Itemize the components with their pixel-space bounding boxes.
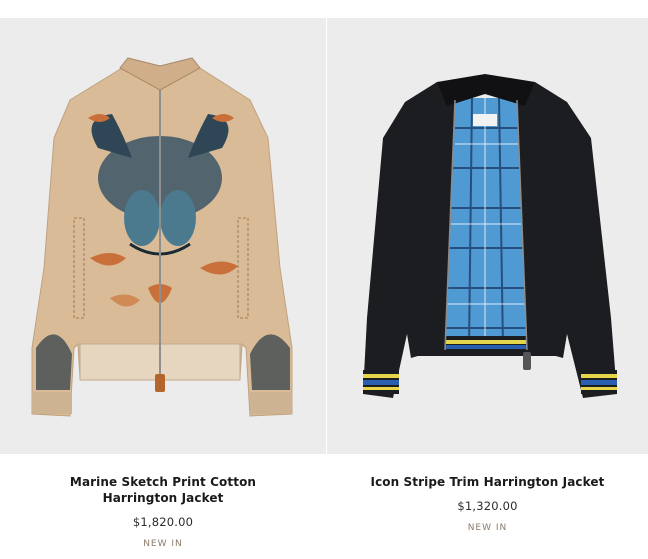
beige-printed-jacket-icon [31, 57, 293, 417]
new-in-badge: NEW IN [467, 523, 508, 533]
product-price: $1,820.00 [132, 515, 194, 529]
product-price: $1,320.00 [457, 499, 518, 513]
product-title[interactable]: Marine Sketch Print Cotton Harrington Ja… [43, 474, 283, 506]
product-info-icon-stripe: Icon Stripe Trim Harrington Jacket $1,32… [327, 474, 648, 533]
new-in-badge: NEW IN [143, 539, 183, 549]
product-card-marine-sketch[interactable]: Marine Sketch Print Cotton Harrington Ja… [0, 0, 326, 559]
product-image-marine-sketch-jacket[interactable] [0, 18, 326, 454]
product-title[interactable]: Icon Stripe Trim Harrington Jacket [358, 474, 618, 490]
product-info-marine-sketch: Marine Sketch Print Cotton Harrington Ja… [0, 474, 326, 549]
black-harrington-jacket-icon [363, 74, 617, 398]
product-card-icon-stripe[interactable]: Icon Stripe Trim Harrington Jacket $1,32… [327, 0, 648, 559]
product-grid: Marine Sketch Print Cotton Harrington Ja… [0, 0, 648, 559]
product-image-icon-stripe-jacket[interactable] [327, 18, 648, 454]
